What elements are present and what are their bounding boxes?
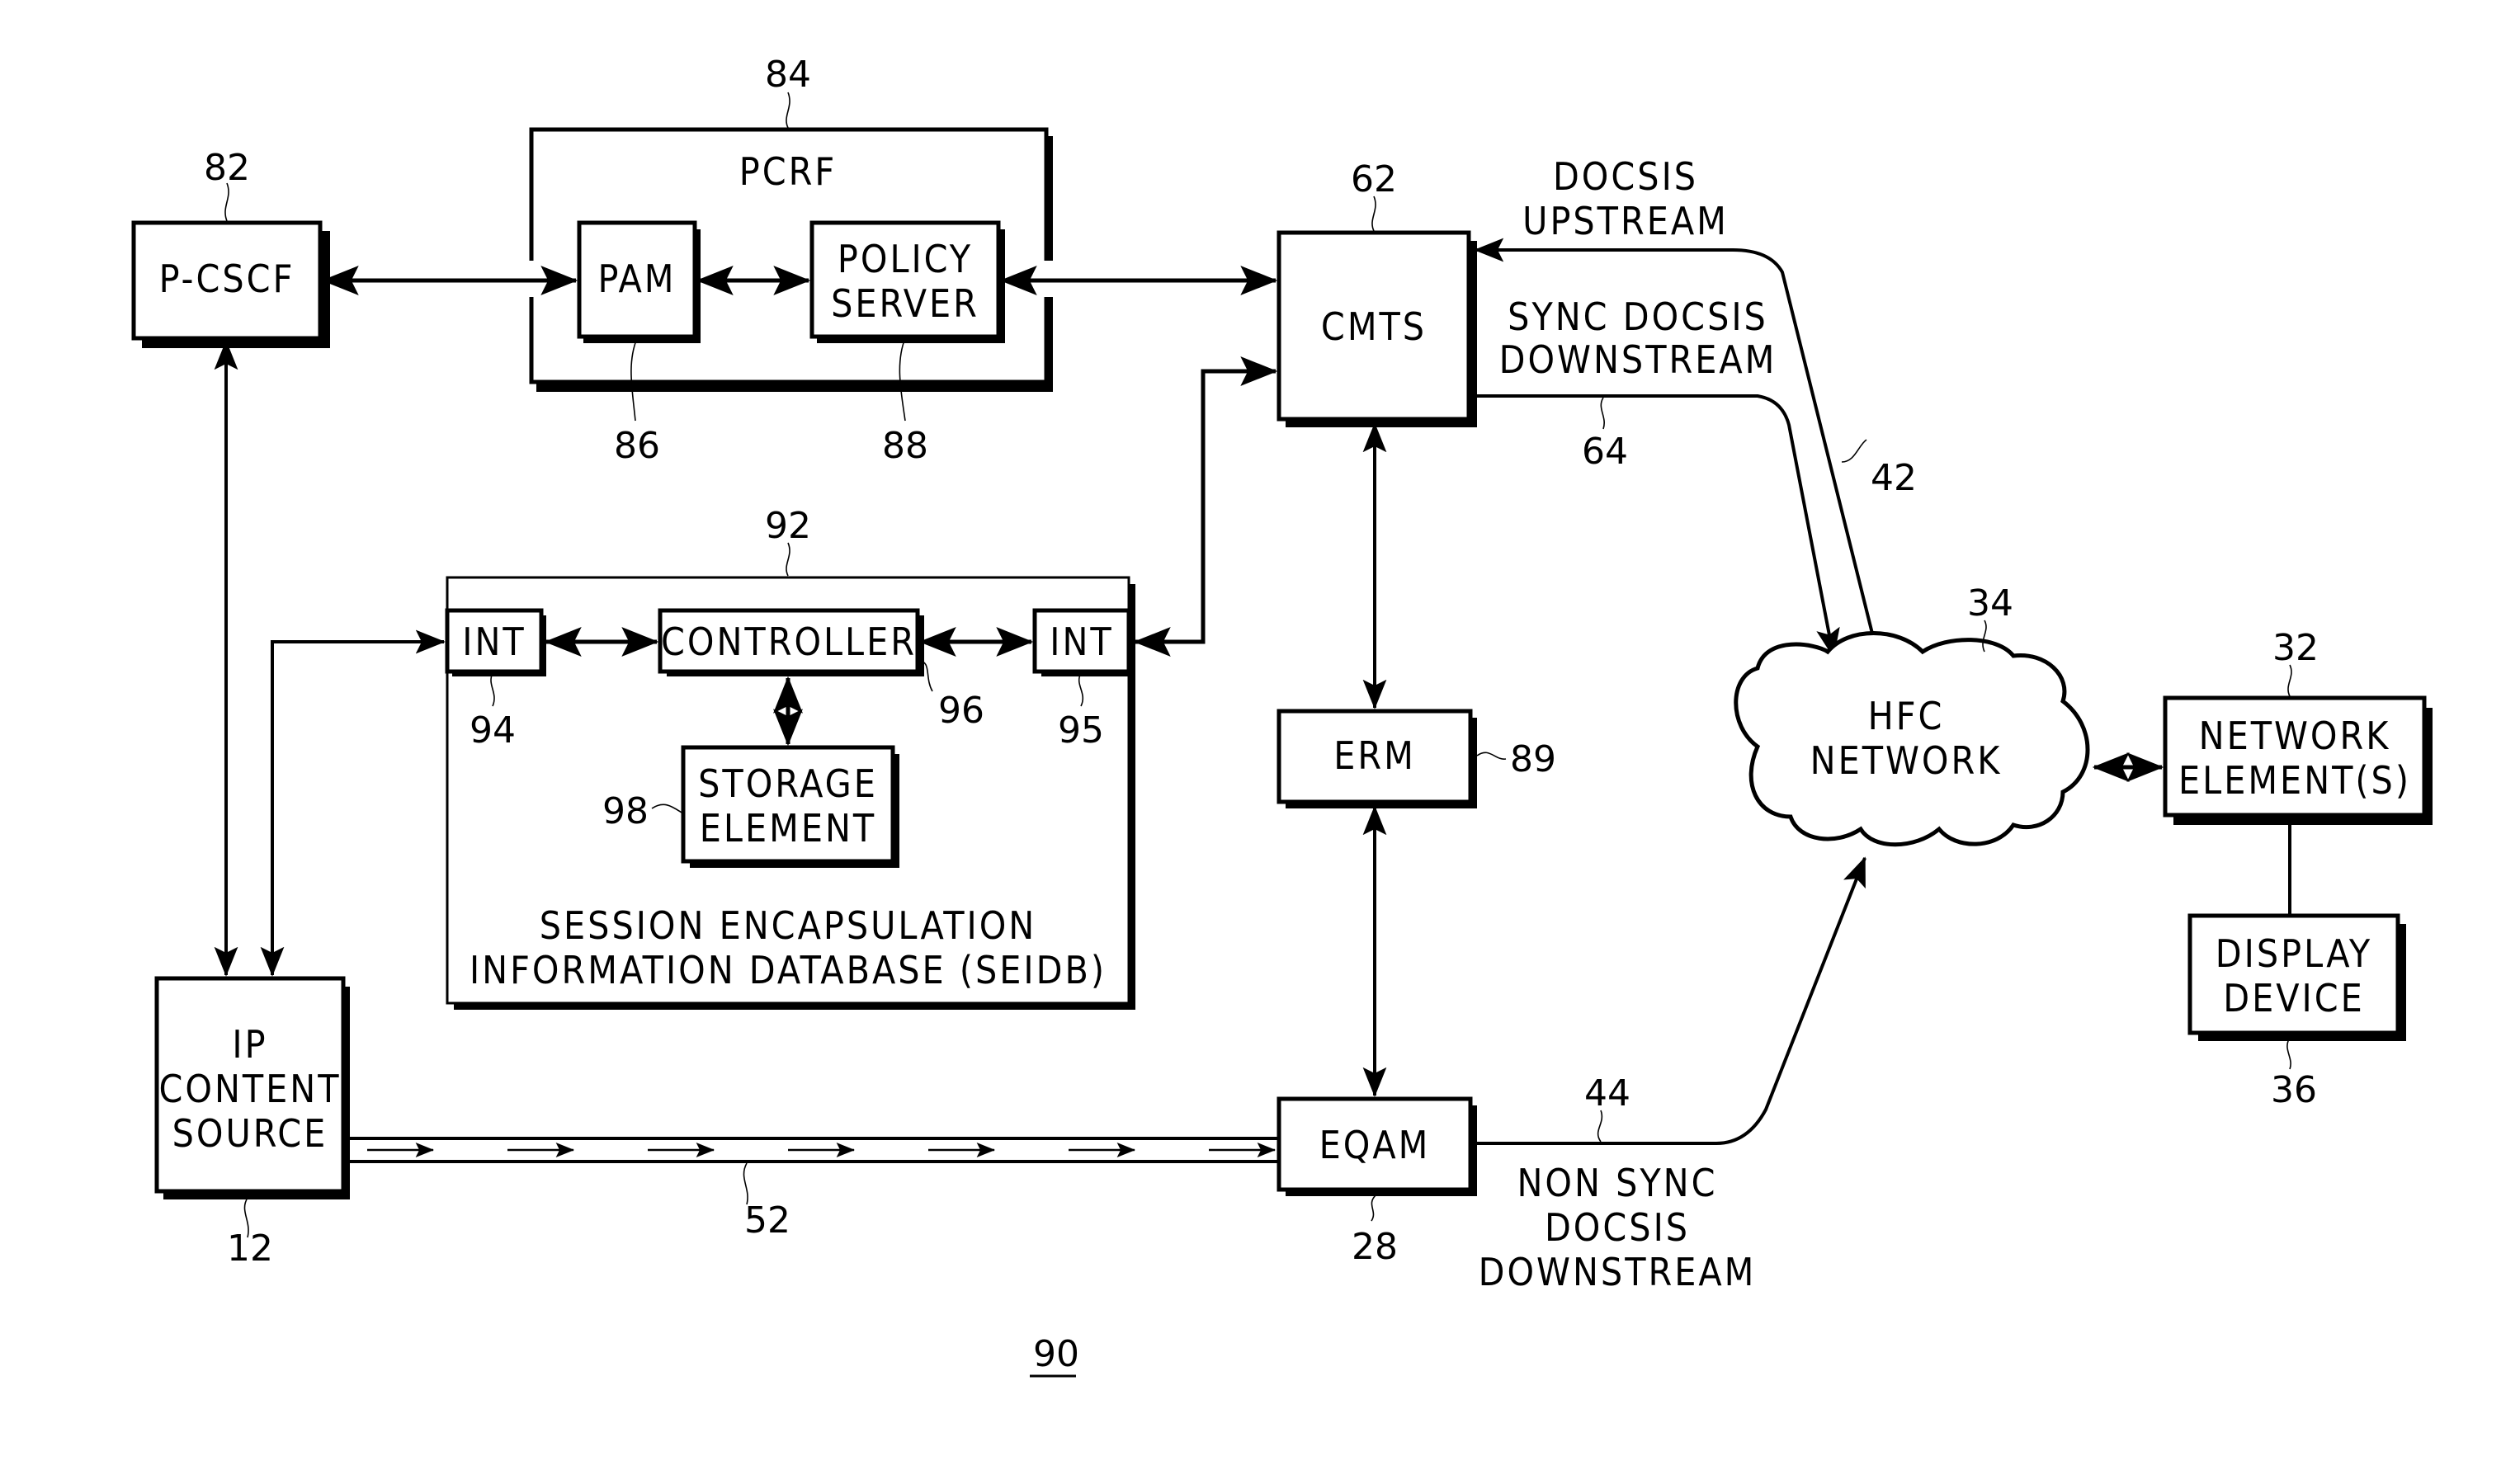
sync-downstream-label-line-2: DOWNSTREAM: [1499, 337, 1777, 382]
ip-source-line-2: CONTENT: [158, 1067, 341, 1111]
diagram-canvas: P-CSCF 82 PCRF 84 PAM 86 POLICY SERVER 8…: [131, 54, 2433, 1378]
ip-content-source-block: IP CONTENT SOURCE: [154, 976, 350, 1199]
eqam-label: EQAM: [1319, 1123, 1431, 1167]
sync-downstream-ref: 64: [1582, 431, 1628, 473]
stream-ref: 52: [744, 1199, 790, 1242]
eqam-ref: 28: [1352, 1226, 1398, 1268]
display-ref: 36: [2271, 1069, 2317, 1111]
ip-stream-link: [347, 1137, 1279, 1163]
storage-ref: 98: [602, 790, 649, 832]
sync-downstream-label-line-1: SYNC DOCSIS: [1508, 295, 1768, 339]
erm-leader: [1476, 752, 1507, 760]
sync-downstream-leader: [1600, 397, 1605, 430]
ipsource-int-left-arrow: [260, 629, 446, 977]
policy-server-block: POLICY SERVER: [809, 220, 1005, 343]
erm-block: ERM: [1277, 709, 1477, 808]
sync-downstream-line: [1475, 394, 1840, 658]
stream-leader: [743, 1162, 748, 1205]
cmts-leader: [1371, 196, 1376, 232]
nonsync-ref: 44: [1584, 1072, 1630, 1114]
pcscf-label: P-CSCF: [159, 257, 295, 301]
nonsync-downstream-line: [1475, 856, 1866, 1145]
hfc-line-2: NETWORK: [1810, 738, 2003, 783]
erm-label: ERM: [1333, 733, 1416, 778]
policy-server-line-2: SERVER: [831, 281, 979, 326]
erm-ref: 89: [1510, 738, 1556, 780]
int-right-ref: 95: [1058, 709, 1104, 752]
int-left-label: INT: [462, 620, 526, 664]
hfc-network-cloud: HFC NETWORK: [1734, 631, 2090, 847]
network-elements-leader: [2287, 664, 2292, 697]
ip-source-line-1: IP: [232, 1022, 267, 1067]
nonsync-label-line-1: NON SYNC: [1517, 1161, 1717, 1205]
int-left-ref: 94: [470, 709, 516, 752]
network-elements-line-2: ELEMENT(S): [2178, 758, 2411, 803]
int-right-cmts-arrow: [1133, 356, 1278, 657]
storage-element-block: STORAGE ELEMENT: [681, 745, 899, 868]
pam-label: PAM: [597, 257, 676, 301]
controller-ref: 96: [938, 690, 984, 732]
pcscf-block: P-CSCF: [131, 220, 330, 348]
pcscf-ref: 82: [204, 147, 250, 189]
ip-source-line-3: SOURCE: [172, 1111, 328, 1156]
display-device-block: DISPLAY DEVICE: [2187, 913, 2406, 1041]
controller-block: CONTROLLER: [658, 608, 924, 676]
display-leader: [2286, 1037, 2291, 1070]
upstream-ref: 42: [1871, 457, 1917, 499]
display-line-2: DEVICE: [2223, 976, 2365, 1020]
network-elements-line-1: NETWORK: [2199, 714, 2391, 758]
pcrf-leader: [786, 92, 790, 129]
seidb-ref: 92: [765, 505, 811, 547]
eqam-block: EQAM: [1277, 1096, 1477, 1196]
int-left-block: INT: [445, 608, 546, 676]
upstream-label-line-1: DOCSIS: [1553, 154, 1698, 199]
cmts-label: CMTS: [1321, 304, 1427, 349]
seidb-label-line-2: INFORMATION DATABASE (SEIDB): [470, 948, 1107, 992]
ip-source-ref: 12: [227, 1228, 273, 1270]
int-right-label: INT: [1050, 620, 1113, 664]
network-elements-block: NETWORK ELEMENT(S): [2163, 695, 2433, 825]
upstream-leader: [1841, 439, 1867, 463]
nonsync-label-line-3: DOWNSTREAM: [1479, 1250, 1757, 1294]
eqam-leader: [1371, 1194, 1377, 1222]
network-elements-ref: 32: [2272, 627, 2319, 669]
pam-block: PAM: [577, 220, 701, 343]
storage-line-2: ELEMENT: [700, 806, 876, 851]
hfc-ref: 34: [1967, 582, 2013, 624]
pam-ref: 86: [614, 425, 660, 467]
policy-server-ref: 88: [882, 425, 928, 467]
int-right-block: INT: [1032, 608, 1135, 676]
storage-line-1: STORAGE: [698, 761, 878, 806]
nonsync-label-line-2: DOCSIS: [1545, 1205, 1690, 1250]
display-line-1: DISPLAY: [2216, 931, 2372, 976]
policy-server-line-1: POLICY: [838, 237, 973, 281]
hfc-line-1: HFC: [1868, 694, 1945, 738]
nonsync-leader: [1597, 1110, 1603, 1143]
pcrf-label: PCRF: [739, 149, 837, 194]
controller-label: CONTROLLER: [661, 620, 917, 664]
seidb-leader: [786, 542, 790, 577]
seidb-label-line-1: SESSION ENCAPSULATION: [540, 903, 1037, 948]
pcrf-ref: 84: [765, 54, 811, 96]
figure-number: 90: [1033, 1333, 1079, 1375]
upstream-label-line-2: UPSTREAM: [1522, 199, 1729, 243]
cmts-ref: 62: [1351, 158, 1397, 200]
cmts-block: CMTS: [1277, 230, 1477, 427]
